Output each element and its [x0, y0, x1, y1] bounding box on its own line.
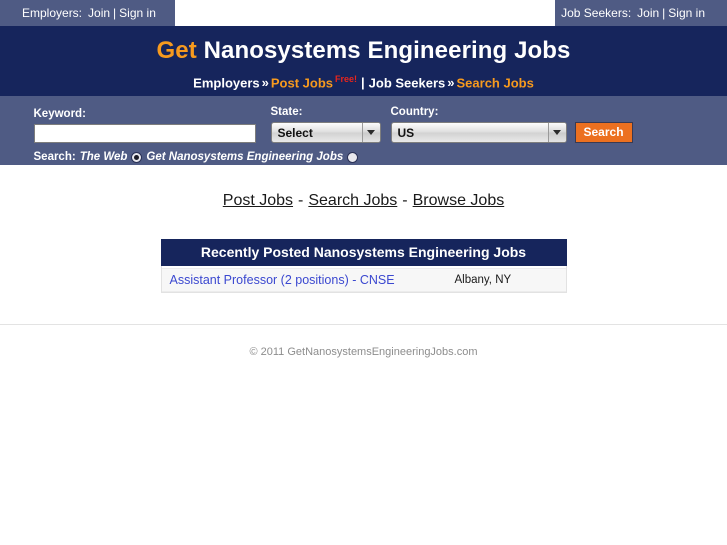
masthead-nav: Employers» Post Jobs Free! | Job Seekers» Sea… — [0, 72, 727, 90]
scope-site-radio[interactable] — [347, 151, 359, 163]
recently-posted-list: Assistant Professor (2 positions) - CNSE… — [160, 266, 567, 293]
chevron-right-icon-1: » — [261, 75, 269, 91]
search-form: Keyword: State: Select Country: US Searc… — [33, 106, 694, 164]
quicknav-post-jobs-link[interactable]: Post Jobs — [223, 192, 293, 209]
search-field-row: Keyword: State: Select Country: US Searc… — [33, 106, 694, 143]
chevron-down-icon — [553, 130, 561, 135]
jobseekers-separator: | — [662, 6, 666, 20]
main-content: Post Jobs - Search Jobs - Browse Jobs Recent… — [0, 165, 727, 359]
keyword-field-group: Keyword: — [33, 108, 256, 143]
chevron-down-icon — [367, 130, 375, 135]
free-badge: Free! — [335, 74, 358, 84]
keyword-label: Keyword: — [33, 108, 86, 120]
state-label: State: — [270, 106, 303, 118]
quick-nav: Post Jobs - Search Jobs - Browse Jobs — [0, 191, 727, 211]
table-row: Assistant Professor (2 positions) - CNSE… — [161, 268, 566, 292]
employers-prefix-label: Employers: — [22, 6, 83, 20]
country-field-group: Country: US — [390, 106, 567, 143]
top-account-bar: Employers: Join | Sign in Job Seekers: J… — [0, 0, 727, 26]
state-select-value: Select — [277, 125, 313, 140]
scope-site-label: Get Nanosystems Engineering Jobs — [146, 151, 344, 163]
country-select-value: US — [397, 125, 415, 140]
masthead-employers-label: Employers — [193, 75, 260, 91]
chevron-right-icon-2: » — [447, 75, 455, 91]
jobseekers-account-block: Job Seekers: Join | Sign in — [555, 0, 727, 26]
employers-join-link[interactable]: Join — [88, 6, 110, 20]
employers-account-block: Employers: Join | Sign in — [0, 0, 175, 26]
jobseekers-join-link[interactable]: Join — [637, 6, 659, 20]
masthead-nav-pipe: | — [361, 75, 365, 91]
scope-web-radio[interactable] — [131, 151, 143, 163]
copyright-text: © 2011 GetNanosystemsEngineeringJobs.com — [249, 346, 478, 358]
quicknav-search-jobs-link[interactable]: Search Jobs — [308, 192, 397, 209]
quicknav-dash-2: - — [402, 192, 408, 209]
country-label: Country: — [390, 106, 439, 118]
scope-web-label: The Web — [79, 151, 128, 163]
jobseekers-prefix-label: Job Seekers: — [561, 6, 632, 20]
footer-divider — [0, 324, 727, 325]
search-input[interactable] — [33, 124, 256, 143]
site-title-accent: Get — [156, 37, 197, 64]
state-dropdown-button[interactable] — [361, 123, 380, 142]
state-select[interactable]: Select — [270, 122, 381, 143]
site-title-rest: Nanosystems Engineering Jobs — [196, 37, 571, 64]
search-button[interactable]: Search — [574, 122, 633, 143]
employers-separator: | — [113, 6, 117, 20]
site-title: Get Nanosystems Engineering Jobs — [0, 38, 727, 64]
search-band: Keyword: State: Select Country: US Searc… — [0, 96, 727, 165]
job-location: Albany, NY — [454, 274, 512, 286]
country-dropdown-button[interactable] — [547, 123, 566, 142]
site-masthead: Get Nanosystems Engineering Jobs Employe… — [0, 26, 727, 96]
country-select[interactable]: US — [390, 122, 567, 143]
state-field-group: State: Select — [270, 106, 381, 143]
recently-posted-panel: Recently Posted Nanosystems Engineering … — [160, 239, 567, 293]
search-scope-label: Search: — [33, 151, 76, 163]
masthead-jobseekers-label: Job Seekers — [368, 75, 446, 91]
quicknav-dash-1: - — [298, 192, 304, 209]
masthead-search-jobs-link[interactable]: Search Jobs — [457, 75, 534, 90]
quicknav-browse-jobs-link[interactable]: Browse Jobs — [413, 192, 505, 209]
employers-signin-link[interactable]: Sign in — [119, 6, 156, 20]
job-title-link[interactable]: Assistant Professor (2 positions) - CNSE — [170, 273, 455, 287]
search-scope-row: Search: The Web Get Nanosystems Engineer… — [34, 150, 694, 164]
recently-posted-heading: Recently Posted Nanosystems Engineering … — [160, 239, 567, 266]
footer: © 2011 GetNanosystemsEngineeringJobs.com — [0, 331, 727, 359]
jobseekers-signin-link[interactable]: Sign in — [668, 6, 705, 20]
masthead-post-jobs-link[interactable]: Post Jobs — [271, 75, 333, 90]
